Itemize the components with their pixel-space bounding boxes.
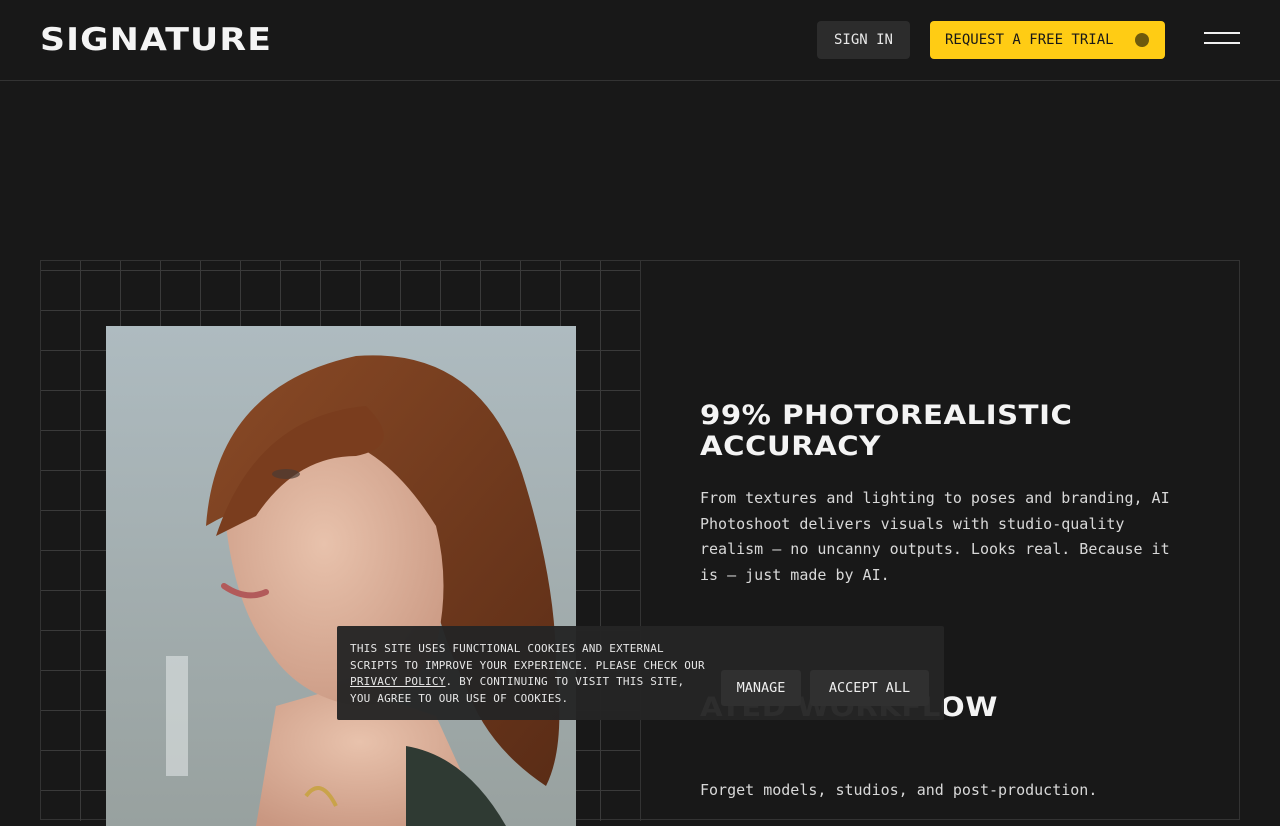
portrait-photo — [106, 326, 576, 826]
hamburger-menu-icon[interactable] — [1204, 30, 1240, 46]
cookie-text-before: THIS SITE USES FUNCTIONAL COOKIES AND EX… — [350, 642, 705, 672]
cookie-banner: THIS SITE USES FUNCTIONAL COOKIES AND EX… — [337, 626, 944, 720]
brand-logo[interactable]: SIGNATURE — [40, 22, 272, 58]
grid-background — [41, 261, 641, 826]
menu-line — [1204, 32, 1240, 34]
site-header: SIGNATURE SIGN IN REQUEST A FREE TRIAL — [0, 0, 1280, 81]
cookie-message: THIS SITE USES FUNCTIONAL COOKIES AND EX… — [350, 641, 705, 707]
menu-line — [1204, 42, 1240, 44]
feature-body-accuracy: From textures and lighting to poses and … — [700, 489, 1170, 585]
sign-in-button[interactable]: SIGN IN — [817, 21, 910, 59]
accept-all-button[interactable]: ACCEPT ALL — [810, 670, 929, 706]
trial-dot-icon — [1135, 33, 1149, 47]
request-trial-label: REQUEST A FREE TRIAL — [945, 32, 1114, 48]
feature-title-accuracy: 99% PHOTOREALISTIC ACCURACY — [700, 400, 1073, 462]
manage-cookies-button[interactable]: MANAGE — [721, 670, 801, 706]
privacy-policy-link[interactable]: PRIVACY POLICY — [350, 675, 446, 688]
request-trial-button[interactable]: REQUEST A FREE TRIAL — [930, 21, 1165, 59]
